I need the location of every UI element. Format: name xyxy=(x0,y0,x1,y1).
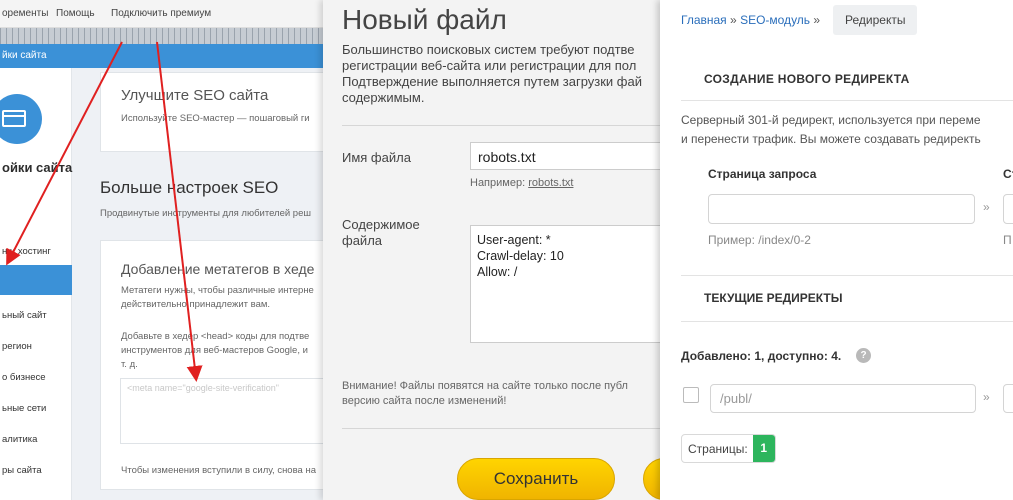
breadcrumb-separator: » xyxy=(813,13,821,27)
divider xyxy=(681,321,1013,322)
breadcrumb-current: Редиректы xyxy=(833,5,918,35)
content-label: Содержимое файла xyxy=(342,217,420,248)
dialog-title: Новый файл xyxy=(342,4,507,35)
pagination: Страницы: 1 xyxy=(681,434,776,463)
divider xyxy=(681,275,1013,276)
target-page-label: Ст xyxy=(1003,167,1013,181)
pagination-label: Страницы: xyxy=(688,442,748,456)
red-arrows xyxy=(6,41,203,382)
save-button[interactable]: Сохранить xyxy=(457,458,615,500)
create-redirect-title: СОЗДАНИЕ НОВОГО РЕДИРЕКТА xyxy=(704,72,910,86)
arrow-to-seo xyxy=(6,41,123,266)
redirect-description: Серверный 301-й редирект, используется п… xyxy=(681,113,981,146)
page-1-button[interactable]: 1 xyxy=(752,435,775,462)
divider xyxy=(342,125,668,126)
request-example: Пример: /index/0-2 xyxy=(708,233,811,247)
arrow-separator: » xyxy=(983,200,990,214)
request-page-input[interactable] xyxy=(708,194,975,224)
redirects-panel: Главная » SEO-модуль » Редиректы СОЗДАНИ… xyxy=(660,0,1013,500)
redirect-target-input[interactable] xyxy=(1003,384,1013,413)
help-icon[interactable]: ? xyxy=(856,348,871,363)
divider xyxy=(681,100,1013,101)
breadcrumb-home[interactable]: Главная xyxy=(681,13,727,27)
seo-settings-panel: оременты Помощь Подключить премиум йки с… xyxy=(0,0,330,500)
breadcrumb-seo[interactable]: SEO-модуль xyxy=(740,13,810,27)
file-content-textarea[interactable]: User-agent: * Crawl-delay: 10 Allow: / xyxy=(470,225,668,343)
redirect-row-checkbox[interactable] xyxy=(683,387,699,403)
current-redirects-title: ТЕКУЩИЕ РЕДИРЕКТЫ xyxy=(704,291,843,305)
new-file-dialog: Новый файл Большинство поисковых систем … xyxy=(323,0,668,500)
arrow-to-textarea xyxy=(156,41,203,382)
arrow-separator: » xyxy=(983,390,990,404)
publish-warning: Внимание! Файлы появятся на сайте только… xyxy=(342,380,628,407)
redirect-source-input[interactable]: /publ/ xyxy=(710,384,976,413)
target-example: П xyxy=(1003,233,1012,247)
breadcrumb: Главная » SEO-модуль » xyxy=(681,13,820,27)
breadcrumb-separator: » xyxy=(730,13,737,27)
dialog-description: Большинство поисковых систем требуют под… xyxy=(342,42,642,105)
divider xyxy=(342,428,668,429)
filename-input[interactable]: robots.txt xyxy=(470,142,668,170)
request-page-label: Страница запроса xyxy=(708,167,817,181)
filename-hint: Например: robots.txt xyxy=(470,177,574,189)
redirect-counts: Добавлено: 1, доступно: 4. xyxy=(681,349,842,363)
filename-example-link[interactable]: robots.txt xyxy=(528,177,573,189)
filename-label: Имя файла xyxy=(342,150,411,165)
target-page-input[interactable] xyxy=(1003,194,1013,224)
